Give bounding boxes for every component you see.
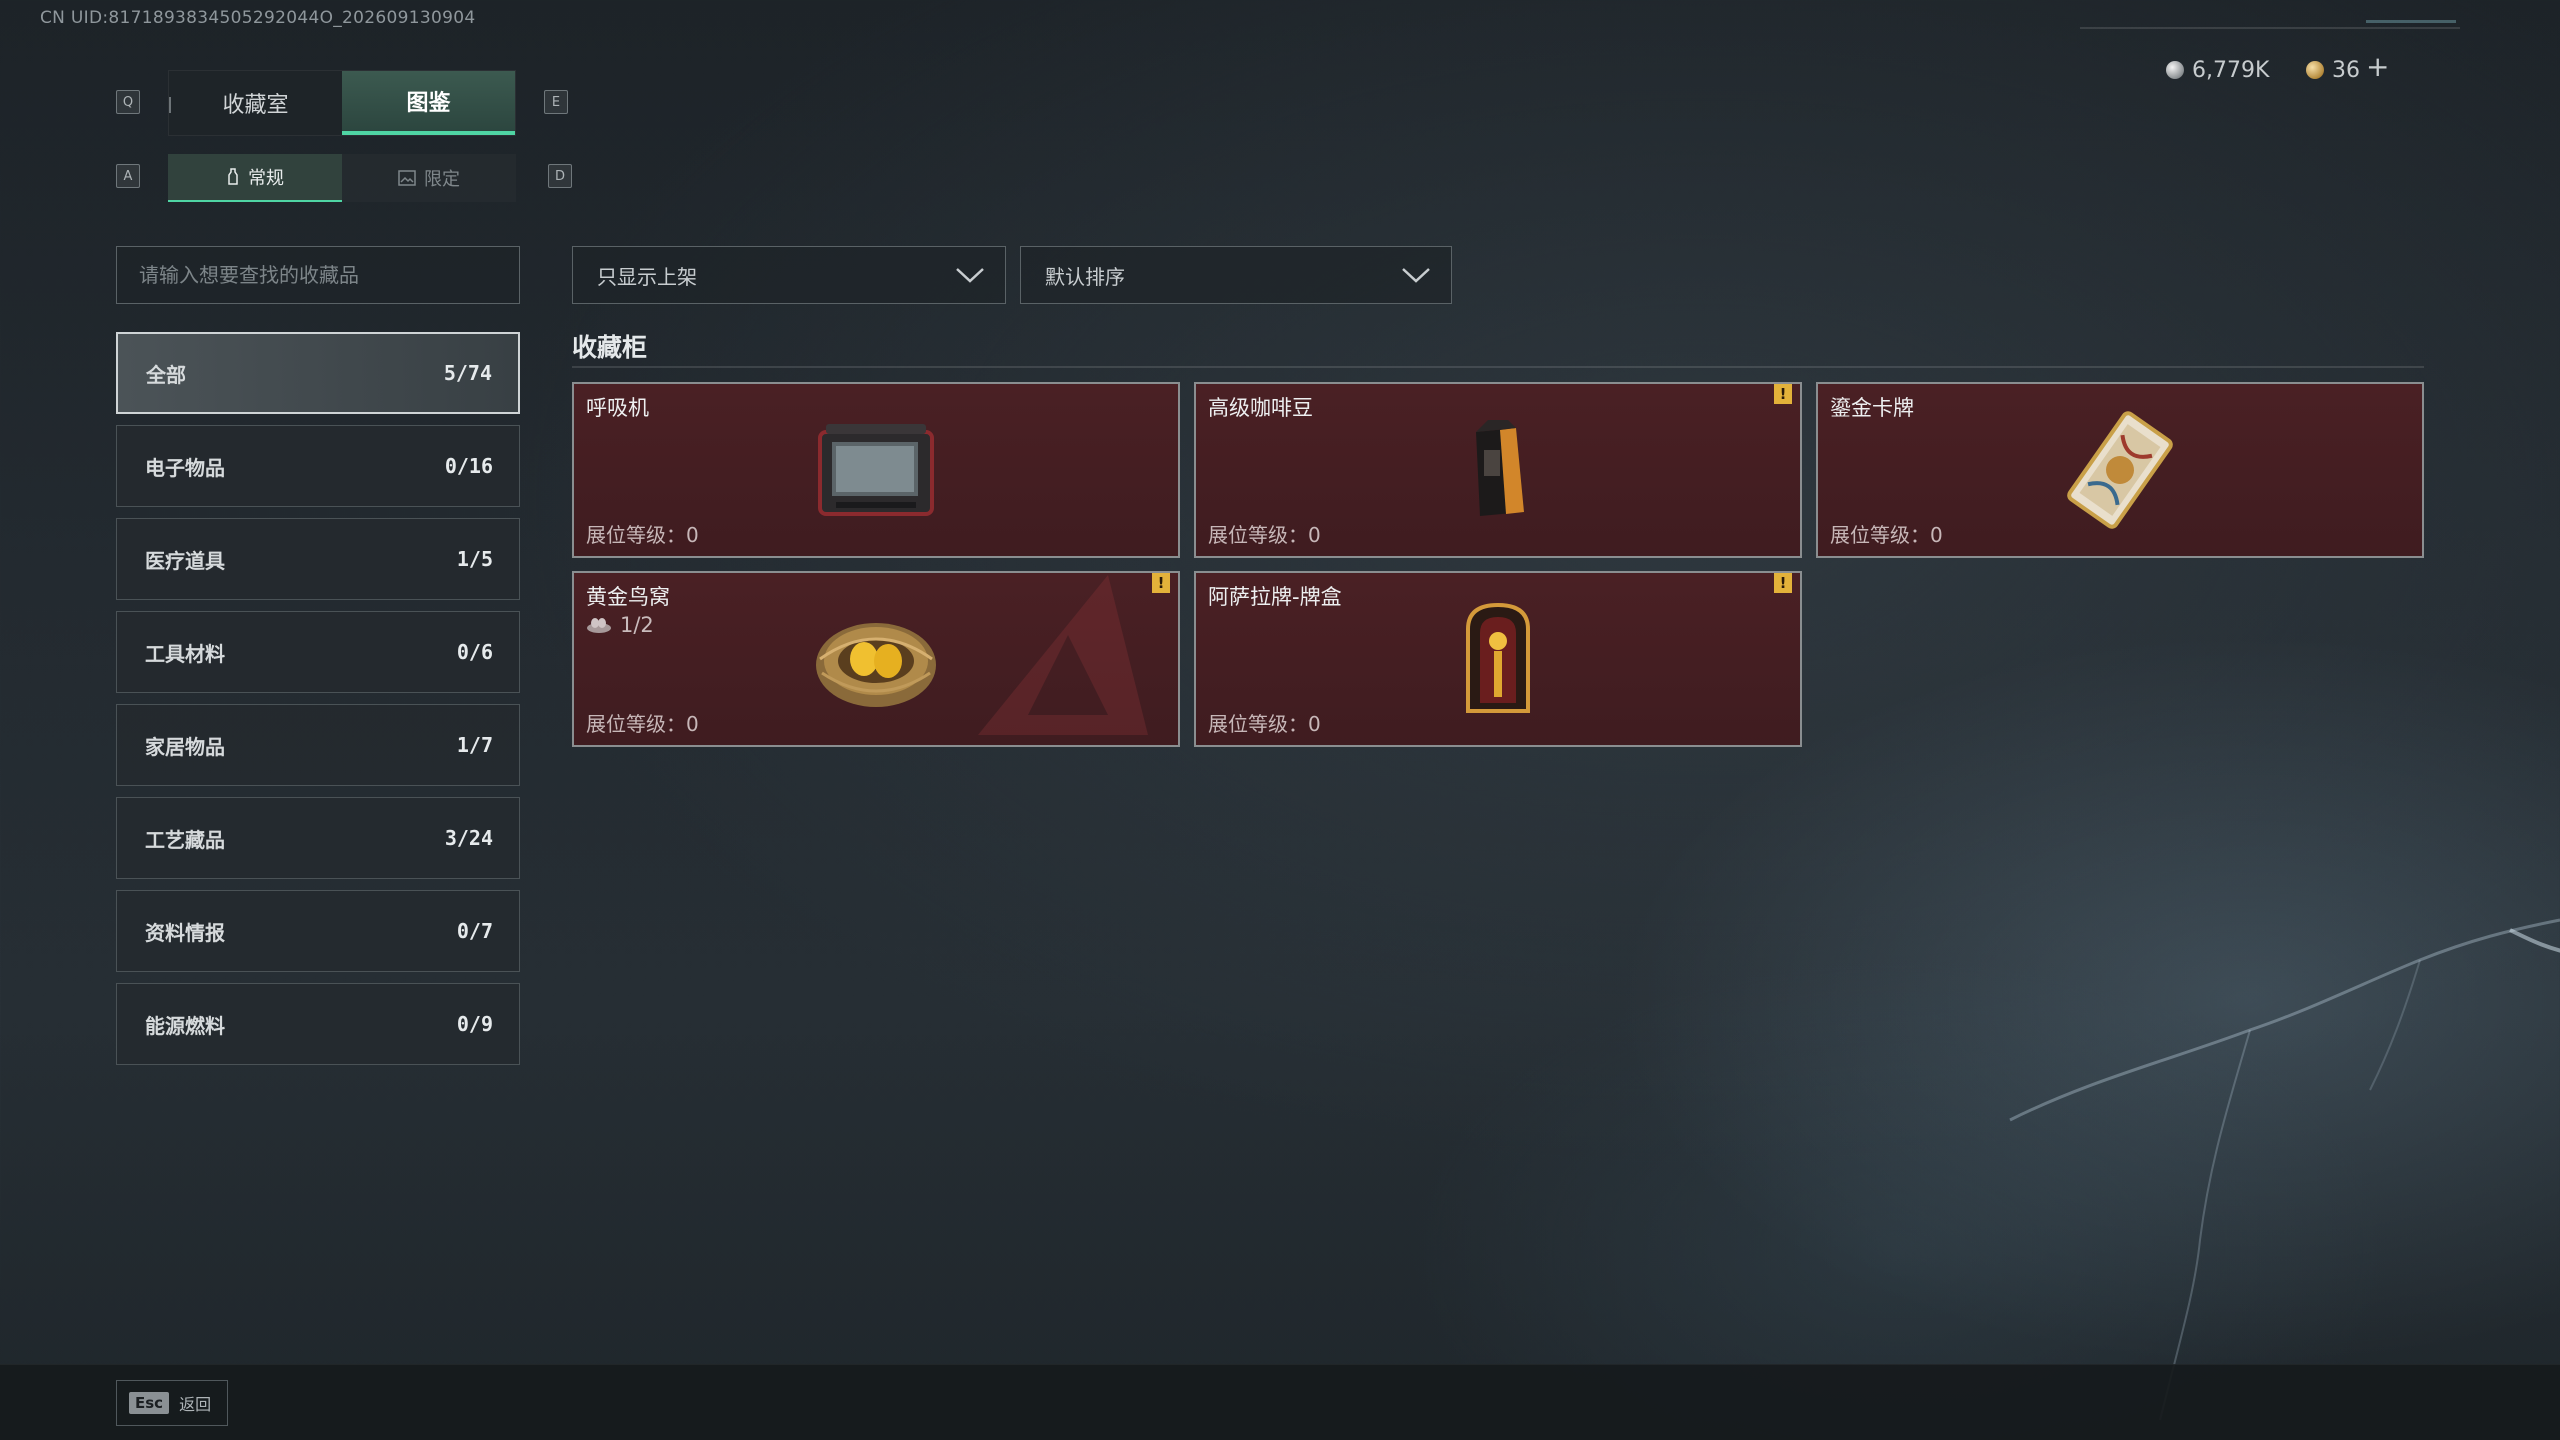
gold-amount: 36 bbox=[2332, 57, 2360, 83]
subtab-limited[interactable]: 限定 bbox=[342, 154, 516, 202]
key-hint-prev-tab: Q bbox=[116, 90, 140, 114]
item-card-gilded-card[interactable]: 鎏金卡牌 展位等级：0 bbox=[1816, 382, 2424, 558]
category-count: 1/7 bbox=[456, 733, 493, 757]
category-count: 3/24 bbox=[444, 826, 493, 850]
search-input[interactable] bbox=[117, 247, 519, 303]
top-divider bbox=[2080, 27, 2460, 29]
search-box bbox=[116, 246, 520, 304]
category-label: 工艺藏品 bbox=[145, 827, 225, 852]
chevron-down-icon bbox=[1402, 268, 1430, 283]
add-currency-button[interactable]: + bbox=[2366, 50, 2389, 83]
faction-watermark-icon bbox=[978, 575, 1148, 735]
back-label: 返回 bbox=[179, 1395, 212, 1414]
warning-badge: ! bbox=[1774, 384, 1792, 404]
category-intel[interactable]: 资料情报 0/7 bbox=[116, 890, 520, 972]
sort-dropdown[interactable]: 默认排序 bbox=[1020, 246, 1452, 304]
category-all[interactable]: 全部 5/74 bbox=[116, 332, 520, 414]
category-label: 电子物品 bbox=[145, 455, 225, 480]
tab-separator bbox=[169, 97, 171, 113]
key-hint-prev-subtab: A bbox=[116, 164, 140, 188]
category-count: 1/5 bbox=[456, 547, 493, 571]
silver-amount: 6,779K bbox=[2192, 57, 2270, 83]
shelf-filter-dropdown[interactable]: 只显示上架 bbox=[572, 246, 1006, 304]
item-level: 展位等级：0 bbox=[586, 523, 699, 547]
tab-label: 图鉴 bbox=[406, 91, 451, 116]
key-hint-next-subtab: D bbox=[548, 164, 572, 188]
card-box-icon bbox=[1466, 602, 1530, 713]
category-label: 医疗道具 bbox=[145, 548, 225, 573]
tab-collection-room[interactable]: 收藏室 bbox=[169, 71, 342, 135]
category-label: 家居物品 bbox=[145, 734, 225, 759]
back-button[interactable]: Esc 返回 bbox=[116, 1380, 228, 1426]
background-mountain-icon bbox=[2009, 918, 2560, 1421]
section-title: 收藏柜 bbox=[572, 333, 648, 362]
category-label: 能源燃料 bbox=[145, 1013, 225, 1038]
category-energy[interactable]: 能源燃料 0/9 bbox=[116, 983, 520, 1065]
subtab-regular[interactable]: 常规 bbox=[168, 154, 342, 202]
tab-label: 收藏室 bbox=[222, 93, 289, 118]
category-label: 工具材料 bbox=[145, 641, 225, 666]
category-count: 0/6 bbox=[456, 640, 493, 664]
subtab-label: 限定 bbox=[424, 169, 460, 190]
category-count: 5/74 bbox=[443, 361, 492, 385]
gold-coin-icon bbox=[2306, 61, 2324, 79]
esc-key-icon: Esc bbox=[129, 1392, 170, 1414]
silver-currency: 6,779K bbox=[2166, 52, 2269, 88]
item-name: 黄金鸟窝 bbox=[586, 585, 670, 609]
category-count: 0/16 bbox=[444, 454, 493, 478]
item-level: 展位等级：0 bbox=[1208, 523, 1321, 547]
progress-count: 1/2 bbox=[620, 613, 654, 637]
item-level: 展位等级：0 bbox=[1208, 712, 1321, 736]
item-level: 展位等级：0 bbox=[1830, 523, 1943, 547]
category-electronics[interactable]: 电子物品 0/16 bbox=[116, 425, 520, 507]
item-name: 鎏金卡牌 bbox=[1830, 396, 1914, 420]
golden-nest-icon bbox=[816, 623, 936, 707]
tab-codex[interactable]: 图鉴 bbox=[342, 71, 515, 135]
silver-coin-icon bbox=[2166, 61, 2184, 79]
chevron-down-icon bbox=[956, 268, 984, 283]
subtab-label: 常规 bbox=[248, 168, 284, 189]
category-tools[interactable]: 工具材料 0/6 bbox=[116, 611, 520, 693]
key-hint-next-tab: E bbox=[544, 90, 568, 114]
category-crafts[interactable]: 工艺藏品 3/24 bbox=[116, 797, 520, 879]
top-divider-accent bbox=[2366, 20, 2456, 23]
main-tab-bar: 收藏室 图鉴 bbox=[168, 70, 516, 136]
dropdown-value: 只显示上架 bbox=[597, 264, 697, 289]
regular-icon bbox=[228, 168, 238, 185]
dropdown-value: 默认排序 bbox=[1045, 264, 1125, 289]
item-name: 呼吸机 bbox=[586, 396, 649, 420]
category-household[interactable]: 家居物品 1/7 bbox=[116, 704, 520, 786]
sub-tab-bar: 常规 限定 bbox=[168, 154, 516, 202]
coffee-bag-icon bbox=[1476, 420, 1524, 516]
category-medical[interactable]: 医疗道具 1/5 bbox=[116, 518, 520, 600]
item-name: 高级咖啡豆 bbox=[1208, 396, 1313, 420]
category-count: 0/9 bbox=[456, 1012, 493, 1036]
item-level: 展位等级：0 bbox=[586, 712, 699, 736]
ventilator-icon bbox=[818, 424, 934, 516]
category-label: 全部 bbox=[146, 362, 186, 387]
item-card-coffee-beans[interactable]: 高级咖啡豆 ! 展位等级：0 bbox=[1194, 382, 1802, 558]
footer-bar bbox=[0, 1364, 2560, 1440]
item-name: 阿萨拉牌-牌盒 bbox=[1208, 585, 1342, 609]
item-card-golden-nest[interactable]: 黄金鸟窝 1/2 ! 展位等级：0 bbox=[572, 571, 1180, 747]
item-card-card-box[interactable]: 阿萨拉牌-牌盒 ! 展位等级：0 bbox=[1194, 571, 1802, 747]
warning-badge: ! bbox=[1774, 573, 1792, 593]
uid-label: CN UID:8171893834505292044O_202609130904 bbox=[40, 8, 476, 28]
item-card-ventilator[interactable]: 呼吸机 展位等级：0 bbox=[572, 382, 1180, 558]
warning-badge: ! bbox=[1152, 573, 1170, 593]
category-count: 0/7 bbox=[456, 919, 493, 943]
gold-currency: 36 bbox=[2306, 52, 2360, 88]
gilded-card-icon bbox=[2067, 411, 2173, 529]
category-label: 资料情报 bbox=[145, 920, 225, 945]
nest-progress-icon bbox=[587, 618, 611, 633]
section-divider bbox=[572, 366, 2424, 368]
image-icon bbox=[398, 170, 416, 186]
collection-progress: 1/2 bbox=[586, 613, 654, 637]
